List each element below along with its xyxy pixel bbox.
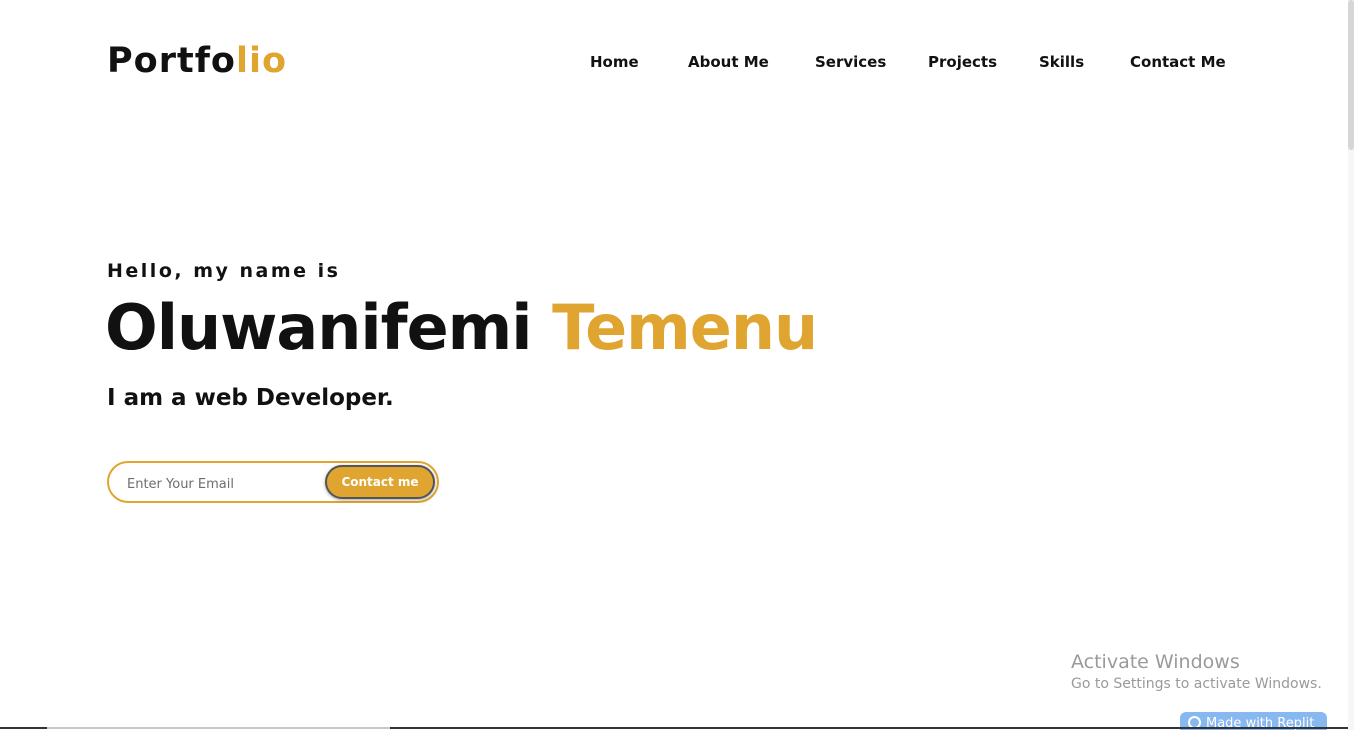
hero-last-name: Temenu	[552, 291, 818, 364]
hero-role: I am a web Developer.	[107, 385, 394, 411]
nav-about-me[interactable]: About Me	[688, 50, 769, 74]
email-input[interactable]	[125, 471, 319, 497]
nav-home[interactable]: Home	[590, 50, 639, 74]
logo[interactable]: Portfolio	[107, 40, 287, 82]
logo-accent: lio	[235, 41, 288, 81]
logo-main: Portfo	[107, 41, 236, 81]
vertical-scrollbar-thumb[interactable]	[1348, 0, 1354, 150]
vertical-scrollbar-track[interactable]	[1348, 0, 1354, 730]
contact-form: Contact me	[107, 461, 439, 503]
hero-first-name: Oluwanifemi	[105, 291, 532, 364]
nav-projects[interactable]: Projects	[928, 50, 997, 74]
activate-windows-subtitle: Go to Settings to activate Windows.	[1071, 676, 1322, 692]
nav-services[interactable]: Services	[815, 50, 886, 74]
nav-skills[interactable]: Skills	[1039, 50, 1084, 74]
activate-windows-title: Activate Windows	[1071, 651, 1240, 673]
nav-contact-me[interactable]: Contact Me	[1130, 50, 1226, 74]
hero-name: Oluwanifemi Temenu	[105, 290, 818, 366]
hero-greeting: Hello, my name is	[107, 260, 341, 282]
bottom-scrollbar[interactable]	[47, 727, 390, 729]
contact-me-button[interactable]: Contact me	[325, 465, 435, 499]
page: Portfolio Home About Me Services Project…	[0, 0, 1354, 730]
